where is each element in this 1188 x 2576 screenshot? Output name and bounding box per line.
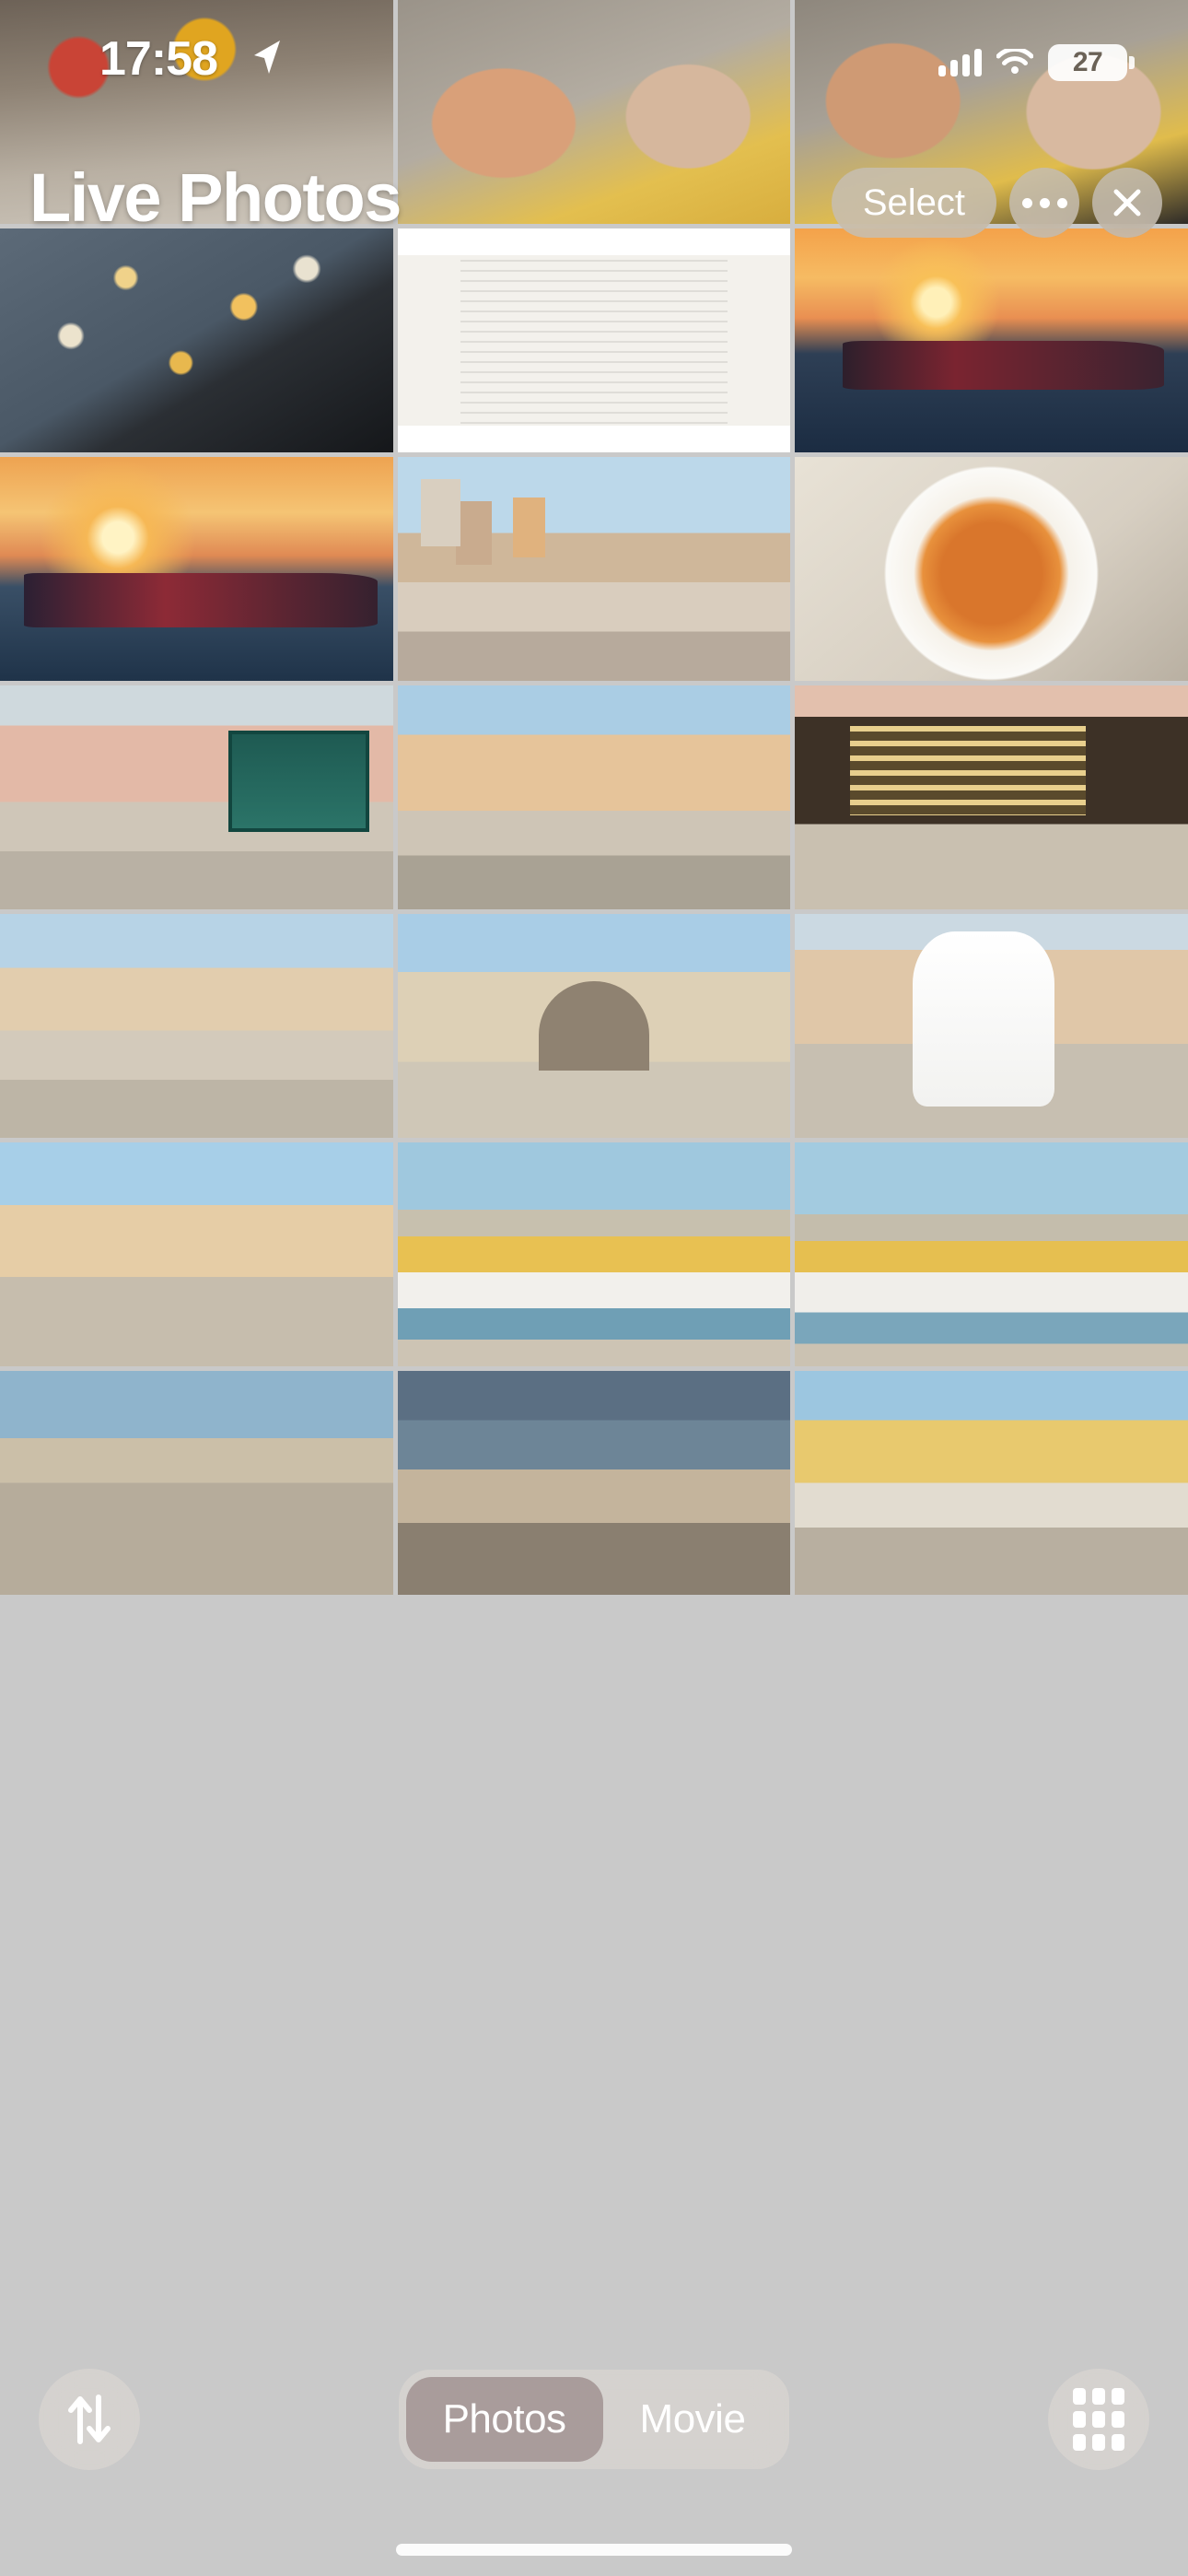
photo-cell-stone-arch-gate[interactable] [397, 914, 791, 1138]
photo-cell-square-balloon-artist[interactable] [0, 1142, 393, 1366]
photo-thumbnail [795, 228, 1188, 452]
photo-cell-official-document-scan[interactable] [397, 228, 791, 452]
photo-thumbnail [0, 457, 393, 681]
photo-thumbnail [0, 1371, 393, 1595]
sort-arrows-icon [68, 2395, 111, 2444]
photo-cell-stilt-walker-performer[interactable] [795, 914, 1188, 1138]
photo-cell-vegetable-soup-bowl[interactable] [795, 457, 1188, 681]
photo-cell-jewelry-shop-window[interactable] [795, 685, 1188, 909]
photo-thumbnail [0, 914, 393, 1138]
photo-cell-star-projector-box[interactable] [0, 228, 393, 452]
photo-cell-colorful-waterfront-cafes[interactable] [795, 1371, 1188, 1595]
close-x-icon [1113, 189, 1141, 217]
segment-photos[interactable]: Photos [405, 2377, 603, 2462]
photo-cell-cobblestone-street-shop[interactable] [0, 685, 393, 909]
photo-cell-old-town-waterfront[interactable] [397, 457, 791, 681]
photo-thumbnail [795, 914, 1188, 1138]
grid-view-button[interactable] [1047, 2369, 1149, 2470]
segment-movie[interactable]: Movie [603, 2377, 783, 2462]
photo-cell-town-square-cafe[interactable] [0, 914, 393, 1138]
photo-grid[interactable] [0, 0, 1188, 2576]
photo-cell-harbor-evening-promenade[interactable] [0, 1371, 393, 1595]
sort-order-button[interactable] [39, 2369, 140, 2470]
photo-cell-sunset-boat-harbor[interactable] [795, 228, 1188, 452]
photo-cell-delfin-tour-boat-2[interactable] [795, 1142, 1188, 1366]
photo-thumbnail [397, 685, 791, 909]
photo-thumbnail [397, 1371, 791, 1595]
photo-cell-narrow-street-scooter[interactable] [397, 685, 791, 909]
grid-view-icon [1072, 2388, 1124, 2451]
photo-thumbnail [397, 914, 791, 1138]
close-button[interactable] [1092, 168, 1162, 238]
more-options-button[interactable] [1009, 168, 1079, 238]
navigation-bar: Live Photos Select [0, 159, 1188, 240]
ellipsis-icon [1021, 197, 1067, 208]
photo-cell-seaside-dusk-view[interactable] [397, 1371, 791, 1595]
photo-thumbnail [795, 1142, 1188, 1366]
photos-app-screen: 17:58 27 Live Photos Select Photos Movie [0, 0, 1188, 2576]
page-title: Live Photos [29, 159, 402, 236]
photo-thumbnail [397, 228, 791, 452]
home-indicator [396, 2544, 792, 2556]
photo-thumbnail [0, 685, 393, 909]
photo-thumbnail [0, 1142, 393, 1366]
photo-cell-taxi-boat-sunset[interactable] [0, 457, 393, 681]
photo-thumbnail [795, 457, 1188, 681]
select-button[interactable]: Select [831, 168, 996, 238]
photo-thumbnail [795, 685, 1188, 909]
photo-thumbnail [795, 1371, 1188, 1595]
photo-cell-delfin-tour-boat-1[interactable] [397, 1142, 791, 1366]
photo-thumbnail [0, 228, 393, 452]
photo-thumbnail [397, 1142, 791, 1366]
bottom-toolbar: Photos Movie [0, 2364, 1188, 2475]
media-type-segmented-control[interactable]: Photos Movie [398, 2370, 790, 2469]
photo-thumbnail [397, 457, 791, 681]
nav-actions: Select [831, 168, 1162, 238]
